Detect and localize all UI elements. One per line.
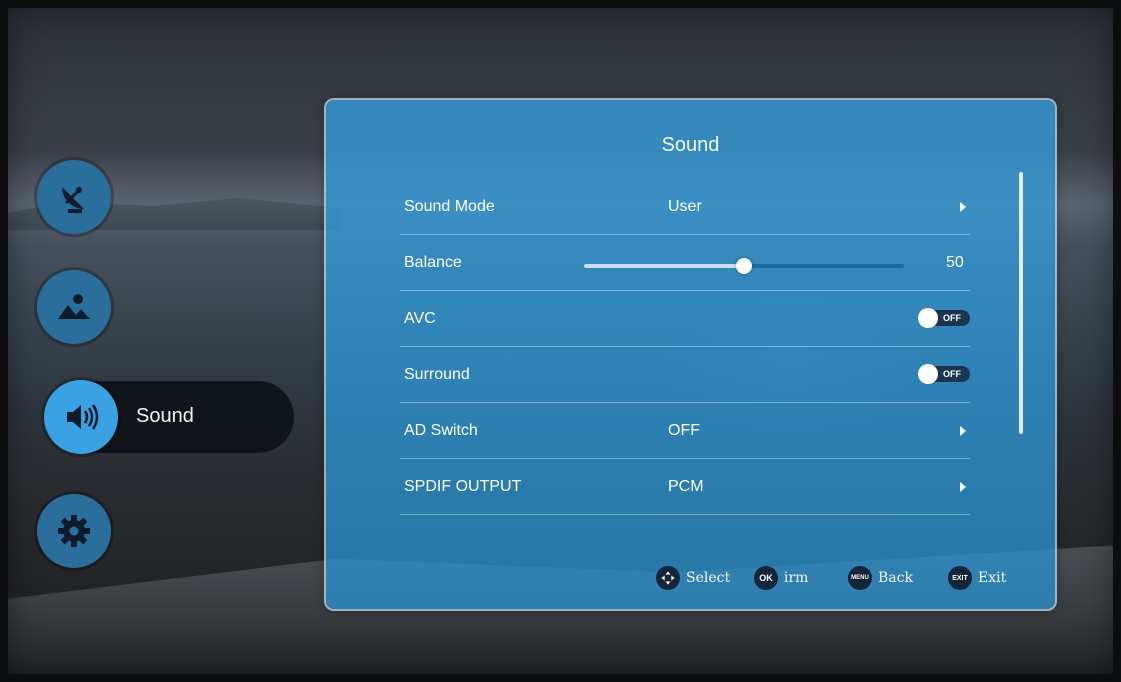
panel-title: Sound	[661, 134, 720, 156]
hint-ok: OK irm	[754, 566, 808, 590]
side-item-settings[interactable]	[37, 494, 111, 568]
hint-exit: EXIT Exit	[948, 566, 1006, 590]
hint-select: Select	[656, 566, 730, 590]
slider-knob[interactable]	[736, 258, 752, 274]
row-sound-mode[interactable]: Sound Mode User	[400, 178, 970, 235]
side-item-label: Sound	[136, 405, 194, 427]
chevron-right-icon	[960, 482, 966, 492]
speaker-icon	[67, 404, 99, 430]
row-spdif-output[interactable]: SPDIF OUTPUT PCM	[400, 458, 970, 515]
row-surround[interactable]: Surround OFF	[400, 346, 970, 403]
row-label: AD Switch	[404, 422, 478, 439]
row-label: AVC	[404, 310, 436, 327]
chevron-right-icon	[960, 202, 966, 212]
row-balance[interactable]: Balance 50	[400, 234, 970, 291]
dpad-icon	[656, 566, 680, 590]
picture-icon	[58, 294, 90, 319]
avc-toggle[interactable]: OFF	[918, 308, 970, 328]
toggle-state: OFF	[943, 369, 961, 379]
side-item-channel[interactable]	[37, 160, 111, 234]
hint-text: Select	[686, 570, 731, 586]
balance-value: 50	[946, 254, 964, 271]
row-avc[interactable]: AVC OFF	[400, 290, 970, 347]
satellite-dish-icon	[62, 187, 84, 213]
toggle-knob	[918, 364, 938, 384]
hint-text: irm	[784, 570, 809, 586]
surround-toggle[interactable]: OFF	[918, 364, 970, 384]
slider-fill	[584, 264, 744, 268]
side-item-sound[interactable]: Sound	[44, 380, 294, 454]
side-item-picture[interactable]	[37, 270, 111, 344]
sound-icon-wrapper	[44, 380, 118, 454]
exit-key-icon: EXIT	[948, 566, 972, 590]
row-label: Balance	[404, 254, 462, 271]
row-label: Surround	[404, 366, 470, 383]
row-value: PCM	[668, 478, 704, 495]
hint-menu: MENU Back	[848, 566, 913, 590]
row-value: User	[668, 198, 702, 215]
balance-slider[interactable]	[584, 258, 904, 274]
row-ad-switch[interactable]: AD Switch OFF	[400, 402, 970, 459]
chevron-right-icon	[960, 426, 966, 436]
toggle-knob	[918, 308, 938, 328]
row-label: Sound Mode	[404, 198, 495, 215]
gear-icon	[58, 515, 90, 547]
ok-key-icon: OK	[754, 566, 778, 590]
hint-text: Exit	[978, 570, 1007, 586]
row-label: SPDIF OUTPUT	[404, 478, 522, 495]
menu-key-icon: MENU	[848, 566, 872, 590]
row-value: OFF	[668, 422, 700, 439]
scrollbar[interactable]	[1019, 172, 1023, 434]
toggle-state: OFF	[943, 313, 961, 323]
hint-text: Back	[878, 570, 913, 586]
sound-settings-panel: Sound Sound Mode User Balance 50 AVC OFF…	[326, 100, 1055, 609]
